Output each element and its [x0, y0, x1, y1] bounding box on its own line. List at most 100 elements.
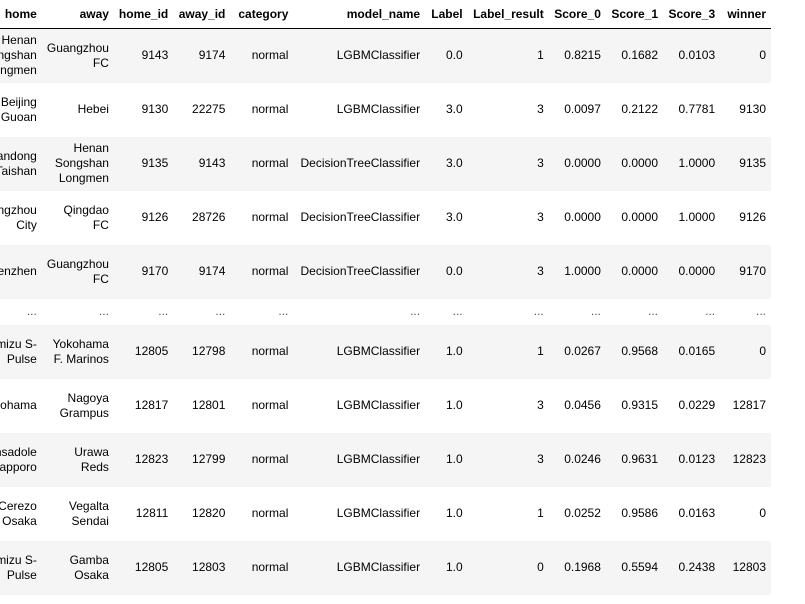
- cell-score-1: 0.2122: [621, 102, 659, 116]
- dataframe-table: home away home_id away_id category model_name…: [0, 0, 771, 595]
- cell-model-name: LGBMClassifier: [336, 506, 421, 520]
- column-header-away: away: [41, 0, 114, 29]
- cell-home-id: 9130: [141, 102, 169, 116]
- cell-home-id: 9143: [141, 48, 169, 63]
- cell-away: Guangzhou FC: [46, 256, 109, 286]
- cell-score-3: 0.0165: [678, 344, 716, 358]
- cell-away: Vegalta Sendai: [68, 498, 109, 528]
- cell-score-3: 0.7781: [678, 102, 716, 116]
- cell-away-id: ...: [215, 304, 226, 318]
- cell-away-id: 9174: [198, 264, 226, 278]
- cell-category: ...: [278, 304, 289, 318]
- cell-category: normal: [251, 210, 289, 224]
- cell-label: 1.0: [445, 452, 463, 466]
- cell-label: ...: [452, 304, 463, 318]
- cell-score-0: 0.8215: [564, 48, 601, 63]
- cell-category: normal: [251, 156, 289, 170]
- column-header-category: category: [230, 0, 294, 29]
- cell-label: 1.0: [445, 344, 463, 358]
- cell-model-name: LGBMClassifier: [336, 102, 421, 116]
- cell-score-3: ...: [705, 304, 716, 318]
- cell-score-1: ...: [648, 304, 659, 318]
- cell-home-id: 9135: [141, 156, 169, 170]
- cell-score-1: 0.5594: [621, 560, 659, 574]
- cell-away-id: 9143: [198, 156, 226, 170]
- cell-away: Guangzhou FC: [46, 40, 109, 70]
- cell-category: normal: [251, 48, 289, 63]
- cell-away-id: 22275: [192, 102, 226, 116]
- cell-score-0: 0.0246: [564, 452, 601, 466]
- cell-home: Beijing Guoan: [0, 94, 37, 124]
- cell-score-1: 0.0000: [621, 210, 659, 224]
- cell-winner: 9130: [739, 102, 766, 116]
- cell-category: normal: [251, 102, 289, 116]
- cell-label: 0.0: [445, 264, 463, 278]
- cell-away: Henan Songshan Longmen: [54, 141, 109, 185]
- cell-away-id: 12799: [192, 452, 226, 466]
- cell-score-0: 0.0000: [564, 210, 601, 224]
- table-body: Henan Songshan Longmen Guangzhou FC 9143 91…: [0, 28, 771, 595]
- table-row: Shandong Taishan Henan Songshan Longmen 91…: [0, 136, 771, 191]
- cell-home: Shenzhen: [0, 264, 37, 278]
- table-header: home away home_id away_id category model_name…: [0, 0, 771, 29]
- table-row: Cangzhou City Qingdao FC 9126 28726 normal De…: [0, 191, 771, 245]
- cell-score-1: 0.1682: [621, 48, 659, 63]
- cell-away-id: 28726: [192, 210, 226, 224]
- cell-home-id: 9126: [141, 210, 169, 224]
- cell-home-id: 12811: [135, 506, 169, 520]
- cell-label-result: 3: [537, 398, 544, 412]
- cell-label: 1.0: [445, 398, 463, 412]
- cell-label: 1.0: [445, 560, 463, 574]
- cell-score-0: 0.0000: [564, 156, 601, 170]
- ellipsis-row: ....................................: [0, 299, 771, 325]
- cell-away: Gamba Osaka: [69, 552, 109, 582]
- cell-score-0: 1.0000: [564, 264, 601, 278]
- cell-label-result: ...: [533, 304, 544, 318]
- cell-model-name: LGBMClassifier: [336, 560, 421, 574]
- cell-away-id: 12798: [192, 344, 226, 358]
- cell-score-0: ...: [590, 304, 601, 318]
- cell-away-id: 12820: [192, 506, 226, 520]
- cell-home: Cerezo Osaka: [0, 498, 37, 528]
- cell-label-result: 3: [537, 264, 544, 278]
- cell-score-3: 0.2438: [678, 560, 716, 574]
- cell-score-3: 0.0103: [678, 48, 716, 63]
- cell-label-result: 3: [537, 452, 544, 466]
- cell-score-1: 0.9586: [621, 506, 659, 520]
- cell-home: Shimizu S-Pulse: [0, 552, 37, 582]
- cell-score-1: 0.0000: [621, 156, 659, 170]
- cell-winner: ...: [755, 304, 766, 318]
- column-header-label-result: Label_result: [467, 0, 549, 29]
- cell-home-id: 9170: [141, 264, 169, 278]
- cell-away-id: 12803: [192, 560, 226, 574]
- cell-score-3: 0.0000: [678, 264, 716, 278]
- cell-score-3: 0.0123: [678, 452, 716, 466]
- cell-winner: 9126: [739, 210, 766, 224]
- cell-away-id: 12801: [192, 398, 226, 412]
- cell-label-result: 1: [537, 506, 544, 520]
- table-row: Consadole Sapporo Urawa Reds 12823 12799 nor…: [0, 432, 771, 487]
- table-row: Henan Songshan Longmen Guangzhou FC 9143 91…: [0, 28, 771, 83]
- cell-home-id: 12805: [134, 560, 169, 574]
- cell-score-0: 0.0267: [564, 344, 601, 358]
- cell-home: Henan Songshan Longmen: [0, 33, 37, 78]
- cell-score-3: 1.0000: [678, 210, 716, 224]
- table-row: Cerezo Osaka Vegalta Sendai 12811 12820 norm…: [0, 487, 771, 541]
- cell-away: Yokohama F. Marinos: [52, 336, 109, 366]
- cell-home: Cangzhou City: [0, 202, 37, 232]
- cell-home-id: 12817: [134, 398, 169, 412]
- cell-home-id: 12823: [134, 452, 169, 466]
- cell-model-name: LGBMClassifier: [336, 344, 421, 358]
- cell-winner: 9170: [739, 264, 766, 278]
- table-row: Beijing Guoan Hebei 9130 22275 normal LGBMCla…: [0, 83, 771, 137]
- cell-label-result: 3: [537, 102, 544, 116]
- column-header-winner: winner: [720, 0, 771, 29]
- cell-home: Shimizu S-Pulse: [0, 336, 37, 366]
- column-header-score-1: Score_1: [605, 0, 664, 29]
- cell-model-name: DecisionTreeClassifier: [300, 210, 421, 224]
- cell-score-3: 1.0000: [678, 156, 716, 170]
- cell-home: Shandong Taishan: [0, 148, 37, 178]
- cell-winner: 12803: [732, 560, 766, 574]
- dataframe-output: home away home_id away_id category model_name…: [0, 0, 805, 604]
- cell-winner: 12823: [732, 452, 766, 466]
